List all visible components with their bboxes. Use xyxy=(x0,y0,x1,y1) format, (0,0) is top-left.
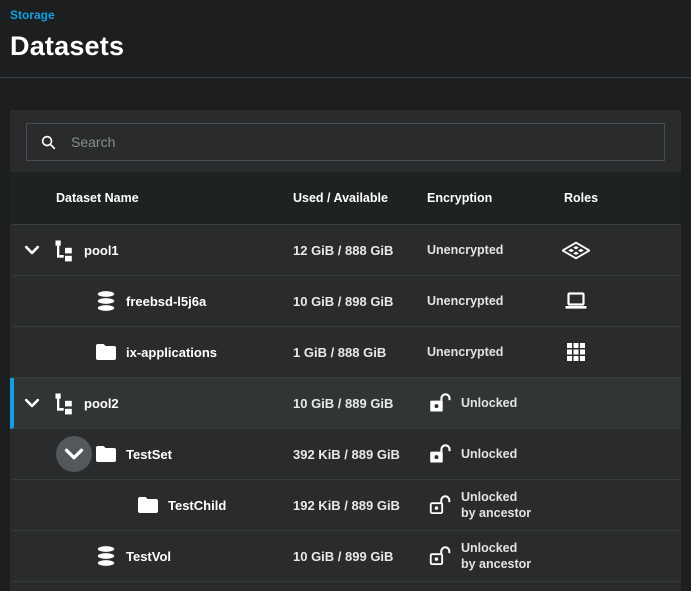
database-icon xyxy=(94,544,118,568)
dataset-name-cell: freebsd-l5j6a xyxy=(14,287,293,315)
dataset-name-label: pool1 xyxy=(84,243,119,258)
roles-cell xyxy=(560,236,681,264)
tree-indent xyxy=(18,556,60,557)
dataset-name-cell: ix-applications xyxy=(14,338,293,366)
search-row xyxy=(10,110,681,172)
tree-indent xyxy=(18,505,102,506)
lock-open-filled-icon xyxy=(427,443,452,466)
column-header-roles: Roles xyxy=(560,191,681,205)
table-row[interactable]: TestVol 10 GiB / 899 GiB Unlocked by anc… xyxy=(10,531,681,582)
encryption-text: Unlocked xyxy=(461,446,517,462)
encryption-text: Unlocked by ancestor xyxy=(461,540,531,573)
pool-sphere-role-icon xyxy=(562,236,590,264)
used-available-cell: 1 GiB / 888 GiB xyxy=(293,345,427,360)
datasets-card: Dataset Name Used / Available Encryption… xyxy=(10,110,681,591)
encryption-cell: Unencrypted xyxy=(427,242,560,258)
laptop-role-icon xyxy=(562,287,590,315)
database-icon xyxy=(94,289,118,313)
table-row[interactable]: TestSet 392 KiB / 889 GiB Unlocked xyxy=(10,429,681,480)
used-available-cell: 192 KiB / 889 GiB xyxy=(293,498,427,513)
dataset-name-label: TestChild xyxy=(168,498,226,513)
encryption-state-label: Unlocked xyxy=(461,540,531,556)
lock-open-outline-icon xyxy=(427,545,452,568)
encryption-text: Unencrypted xyxy=(427,293,503,309)
dataset-table-body: pool1 12 GiB / 888 GiB Unencrypted freeb… xyxy=(10,225,681,582)
tree-indent xyxy=(18,301,60,302)
encryption-state-label: Unlocked xyxy=(461,446,517,462)
expander-slot xyxy=(60,338,88,366)
dataset-name-cell: pool1 xyxy=(14,236,293,264)
search-input[interactable] xyxy=(69,133,652,151)
dataset-name-label: TestVol xyxy=(126,549,171,564)
expand-collapse-chevron-icon[interactable] xyxy=(18,389,46,417)
encryption-state-label: Unencrypted xyxy=(427,293,503,309)
encryption-state-label: Unencrypted xyxy=(427,344,503,360)
breadcrumb-storage-link[interactable]: Storage xyxy=(10,8,55,22)
used-available-cell: 10 GiB / 899 GiB xyxy=(293,549,427,564)
encryption-state-label: Unencrypted xyxy=(427,242,503,258)
dataset-name-cell: TestSet xyxy=(14,436,293,472)
dataset-name-label: TestSet xyxy=(126,447,172,462)
encryption-text: Unencrypted xyxy=(427,242,503,258)
expand-collapse-chevron-icon[interactable] xyxy=(18,236,46,264)
lock-open-outline-icon xyxy=(427,494,452,517)
page-title: Datasets xyxy=(10,31,681,62)
encryption-state-label: Unlocked xyxy=(461,395,517,411)
encryption-cell: Unlocked xyxy=(427,443,560,466)
table-header-row: Dataset Name Used / Available Encryption… xyxy=(10,172,681,225)
dataset-name-cell: TestChild xyxy=(14,491,293,519)
encryption-cell: Unencrypted xyxy=(427,293,560,309)
column-header-dataset-name: Dataset Name xyxy=(14,191,293,205)
encryption-sublabel: by ancestor xyxy=(461,505,531,521)
encryption-state-label: Unlocked xyxy=(461,489,531,505)
encryption-cell: Unencrypted xyxy=(427,344,560,360)
table-row[interactable]: freebsd-l5j6a 10 GiB / 898 GiB Unencrypt… xyxy=(10,276,681,327)
table-row[interactable]: ix-applications 1 GiB / 888 GiB Unencryp… xyxy=(10,327,681,378)
encryption-sublabel: by ancestor xyxy=(461,556,531,572)
header-divider xyxy=(0,77,691,78)
encryption-text: Unencrypted xyxy=(427,344,503,360)
roles-cell xyxy=(560,338,681,366)
encryption-cell: Unlocked by ancestor xyxy=(427,540,560,573)
used-available-cell: 12 GiB / 888 GiB xyxy=(293,243,427,258)
dataset-tree-icon xyxy=(52,238,76,262)
expander-slot xyxy=(60,287,88,315)
table-row[interactable]: TestChild 192 KiB / 889 GiB Unlocked by … xyxy=(10,480,681,531)
used-available-cell: 392 KiB / 889 GiB xyxy=(293,447,427,462)
table-row[interactable]: pool2 10 GiB / 889 GiB Unlocked xyxy=(10,378,681,429)
table-row[interactable]: pool1 12 GiB / 888 GiB Unencrypted xyxy=(10,225,681,276)
encryption-cell: Unlocked xyxy=(427,392,560,415)
dataset-name-cell: TestVol xyxy=(14,542,293,570)
dataset-tree-icon xyxy=(52,391,76,415)
search-icon xyxy=(39,133,58,152)
search-box[interactable] xyxy=(26,123,665,161)
used-available-cell: 10 GiB / 898 GiB xyxy=(293,294,427,309)
encryption-text: Unlocked by ancestor xyxy=(461,489,531,522)
expander-slot xyxy=(102,491,130,519)
apps-grid-role-icon xyxy=(562,338,590,366)
expand-collapse-chevron-button[interactable] xyxy=(56,436,92,472)
expander-slot xyxy=(60,542,88,570)
folder-icon xyxy=(94,340,118,364)
dataset-name-cell: pool2 xyxy=(14,389,293,417)
roles-cell xyxy=(560,287,681,315)
folder-icon xyxy=(94,442,118,466)
page-header: Storage Datasets xyxy=(0,0,691,62)
tree-indent xyxy=(18,352,60,353)
column-header-used-available: Used / Available xyxy=(293,191,427,205)
folder-icon xyxy=(136,493,160,517)
encryption-text: Unlocked xyxy=(461,395,517,411)
used-available-cell: 10 GiB / 889 GiB xyxy=(293,396,427,411)
dataset-name-label: ix-applications xyxy=(126,345,217,360)
lock-open-filled-icon xyxy=(427,392,452,415)
encryption-cell: Unlocked by ancestor xyxy=(427,489,560,522)
dataset-name-label: freebsd-l5j6a xyxy=(126,294,206,309)
tree-indent xyxy=(18,454,60,455)
column-header-encryption: Encryption xyxy=(427,191,560,205)
dataset-name-label: pool2 xyxy=(84,396,119,411)
